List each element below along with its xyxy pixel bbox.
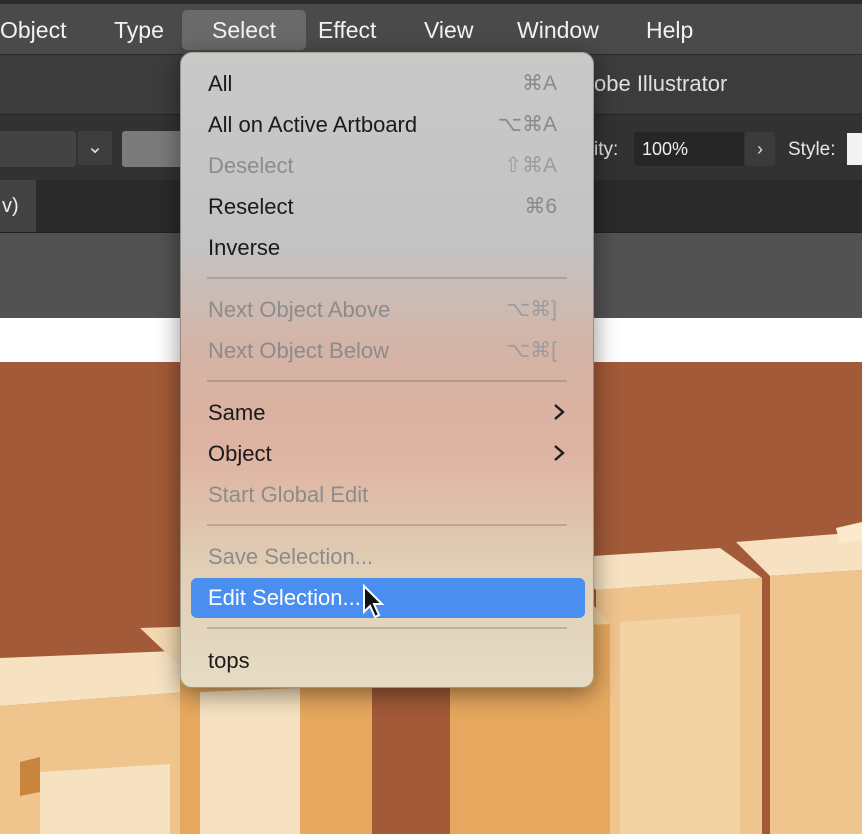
menu-item-edit-selection[interactable]: Edit Selection... (191, 578, 585, 618)
menu-item-object[interactable]: Object (191, 434, 585, 472)
menu-bar: Object Type Select Effect View Window He… (0, 0, 862, 54)
app-title: obe Illustrator (594, 71, 728, 96)
menu-separator (207, 277, 567, 279)
chevron-right-icon (554, 445, 565, 461)
menu-item-label: Reselect (208, 194, 294, 219)
opacity-label: ity: (594, 139, 619, 160)
menu-item-label: Edit Selection... (208, 585, 361, 610)
menu-separator (207, 627, 567, 629)
stroke-swatch[interactable] (122, 131, 184, 167)
shortcut-label: ⌘A (521, 72, 557, 95)
menu-item-next-object-below[interactable]: Next Object Below ⌥⌘[ (191, 331, 585, 369)
menu-item-save-selection[interactable]: Save Selection... (191, 537, 585, 575)
menu-view[interactable]: View (412, 10, 485, 50)
opacity-input[interactable]: 100% (634, 132, 744, 166)
menu-item-inverse[interactable]: Inverse (191, 228, 585, 266)
menu-item-label: Save Selection... (208, 544, 374, 569)
menu-item-next-object-above[interactable]: Next Object Above ⌥⌘] (191, 290, 585, 328)
menu-item-label: Same (208, 400, 266, 425)
document-tab[interactable]: v) (0, 180, 36, 232)
menu-item-deselect[interactable]: Deselect ⇧⌘A (191, 146, 585, 184)
shortcut-label: ⌥⌘] (505, 298, 557, 321)
style-swatch[interactable] (847, 133, 862, 165)
menu-help[interactable]: Help (634, 10, 705, 50)
menu-item-label: Next Object Below (208, 338, 389, 363)
menu-item-reselect[interactable]: Reselect ⌘6 (191, 187, 585, 225)
menu-item-label: All (208, 71, 233, 96)
menu-window[interactable]: Window (505, 10, 611, 50)
menu-item-label: Next Object Above (208, 297, 391, 322)
chevron-down-icon[interactable]: ⌄ (78, 131, 112, 165)
shortcut-label: ⌥⌘A (497, 113, 557, 136)
fill-field[interactable] (0, 131, 76, 167)
menu-item-label: Deselect (208, 153, 294, 178)
mouse-pointer-icon (363, 584, 385, 619)
menu-item-all-on-active-artboard[interactable]: All on Active Artboard ⌥⌘A (191, 105, 585, 143)
menu-object[interactable]: Object (0, 10, 78, 50)
shortcut-label: ⌘6 (524, 195, 557, 218)
shortcut-label: ⇧⌘A (504, 154, 557, 177)
style-label: Style: (788, 139, 836, 160)
menu-item-label: Start Global Edit (208, 482, 369, 507)
chevron-right-icon[interactable]: › (745, 132, 775, 166)
menu-item-label: Inverse (208, 235, 281, 260)
shortcut-label: ⌥⌘[ (505, 339, 557, 362)
menu-item-tops[interactable]: tops (191, 641, 585, 679)
menu-separator (207, 380, 567, 382)
menu-item-all[interactable]: All ⌘A (191, 64, 585, 102)
menu-type[interactable]: Type (102, 10, 176, 50)
chevron-right-icon (554, 404, 565, 420)
menu-effect[interactable]: Effect (306, 10, 388, 50)
menu-separator (207, 524, 567, 526)
menu-item-label: All on Active Artboard (208, 112, 418, 137)
menu-item-start-global-edit[interactable]: Start Global Edit (191, 475, 585, 513)
menu-item-same[interactable]: Same (191, 393, 585, 431)
menu-item-label: tops (208, 648, 250, 673)
menu-select[interactable]: Select (182, 10, 306, 50)
select-menu-dropdown: All ⌘A All on Active Artboard ⌥⌘A Desele… (180, 52, 594, 688)
menu-item-label: Object (208, 441, 272, 466)
